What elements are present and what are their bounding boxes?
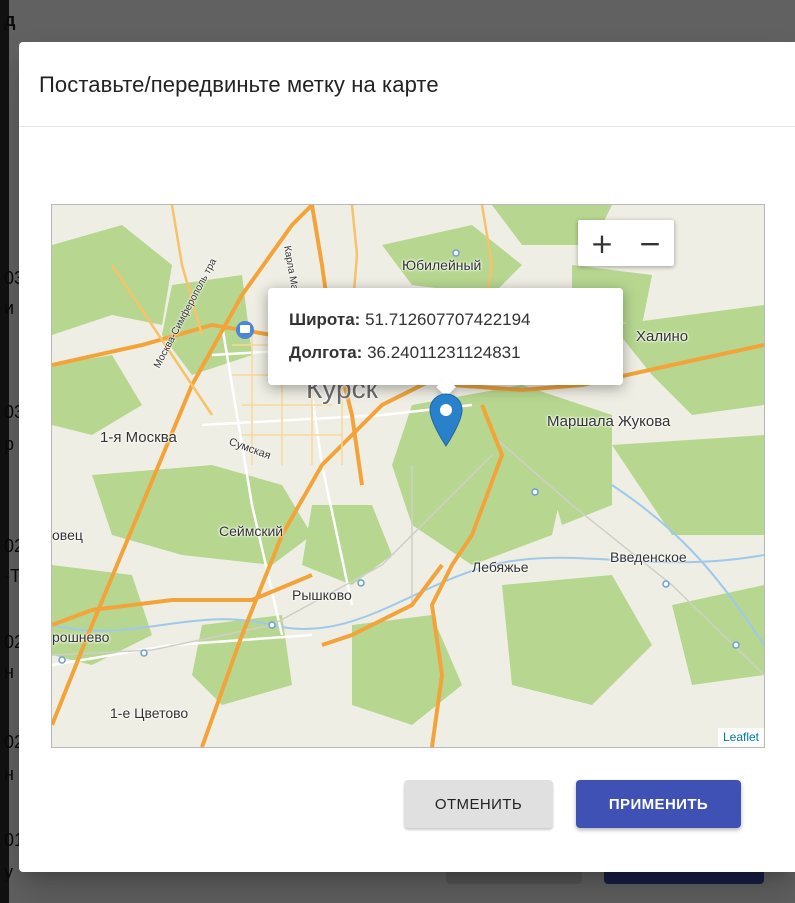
place-label: овец <box>52 527 83 543</box>
dialog-title: Поставьте/передвиньте метку на карте <box>39 72 439 97</box>
longitude-value: 36.24011231124831 <box>367 343 521 362</box>
coordinates-popup: Широта: 51.712607707422194 Долгота: 36.2… <box>268 288 623 397</box>
latitude-value: 51.712607707422194 <box>365 310 531 329</box>
place-label: Маршала Жукова <box>547 413 671 430</box>
longitude-line: Долгота: 36.24011231124831 <box>289 343 521 363</box>
longitude-label: Долгота: <box>289 343 363 362</box>
dialog-divider <box>19 126 795 127</box>
place-label: Лебяжье <box>472 559 529 575</box>
map-tiles <box>52 205 764 747</box>
place-label: 1-я Москва <box>100 429 177 446</box>
place-label: Рышково <box>292 587 352 603</box>
place-label: 1-е Цветово <box>110 705 189 721</box>
place-label: Халино <box>636 328 689 345</box>
cancel-button[interactable]: ОТМЕНИТЬ <box>404 780 553 828</box>
map-marker-icon[interactable] <box>429 393 463 452</box>
map-view[interactable]: Юбилейный Халино Курск Маршала Жукова 1-… <box>51 204 765 748</box>
zoom-in-button[interactable]: + <box>578 220 626 266</box>
attribution-link[interactable]: Leaflet <box>717 728 764 747</box>
zoom-out-button[interactable]: − <box>626 220 674 266</box>
latitude-line: Широта: 51.712607707422194 <box>289 310 531 330</box>
place-label: Юбилейный <box>402 257 482 273</box>
map-picker-dialog: Поставьте/передвиньте метку на карте Юби… <box>19 42 795 872</box>
apply-button[interactable]: ПРИМЕНИТЬ <box>576 780 741 828</box>
place-label: рошнево <box>52 629 110 645</box>
place-label: Введенское <box>610 549 687 565</box>
zoom-control: + − <box>578 220 674 266</box>
latitude-label: Широта: <box>289 310 361 329</box>
place-label: Сеймский <box>219 523 284 539</box>
